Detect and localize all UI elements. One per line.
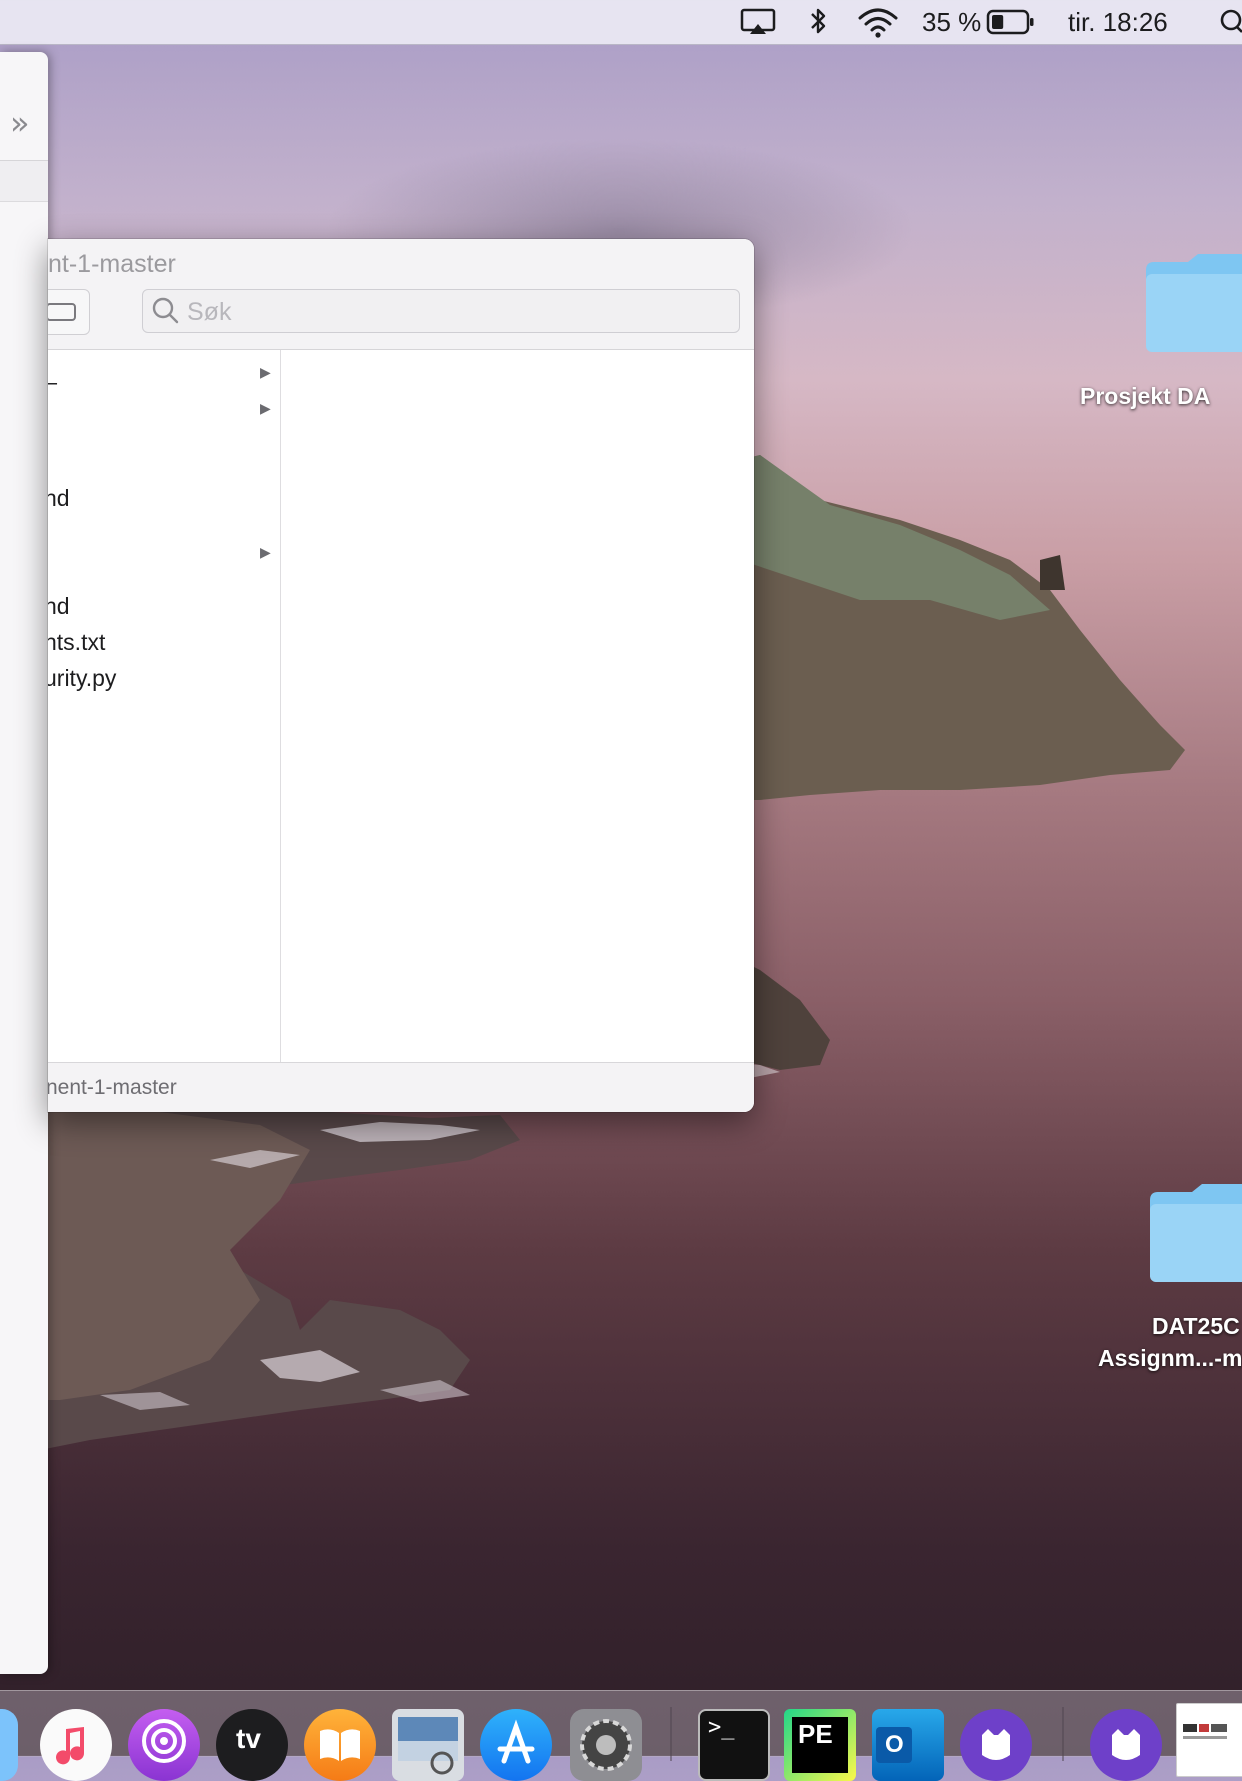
wifi-icon[interactable]: [856, 0, 900, 44]
search-icon: [152, 297, 179, 324]
preview-icon[interactable]: [392, 1709, 464, 1781]
search-input[interactable]: [185, 294, 729, 330]
disclosure-arrow-icon: ▶: [260, 544, 271, 560]
list-item[interactable]: nd: [48, 480, 280, 516]
view-toggle-button[interactable]: [48, 289, 90, 335]
apple-tv-icon[interactable]: tv: [216, 1709, 288, 1781]
pycharm-edu-icon[interactable]: PE: [784, 1709, 856, 1781]
folder-icon: [1150, 1184, 1242, 1282]
bluetooth-icon[interactable]: [806, 0, 830, 44]
chevron-double-right-icon: »: [10, 104, 30, 142]
folder-icon: [1146, 254, 1242, 352]
list-item-label: urity.py: [48, 665, 117, 691]
terminal-prompt: >_: [708, 1715, 735, 1740]
apple-tv-label: tv: [236, 1723, 261, 1754]
list-item[interactable]: nd: [48, 588, 280, 624]
pycharm-edu-inner: PE: [792, 1717, 848, 1773]
books-icon[interactable]: [304, 1709, 376, 1781]
desktop-folder-prosjekt[interactable]: Prosjekt DA: [1080, 252, 1242, 409]
pycharm-edu-label: PE: [798, 1719, 833, 1749]
outlook-icon[interactable]: O: [872, 1709, 944, 1781]
outlook-badge: O: [876, 1727, 912, 1763]
document-thumbnail-icon[interactable]: [1176, 1703, 1242, 1777]
github-desktop-icon[interactable]: [960, 1709, 1032, 1781]
list-item-label: nd: [48, 485, 70, 511]
finder-window: nt-1-master _ ▶ ▶ nd ▶: [48, 239, 754, 1112]
list-item[interactable]: _ ▶: [48, 354, 280, 390]
outlook-label: O: [885, 1731, 904, 1758]
disclosure-arrow-icon: ▶: [260, 364, 271, 380]
finder-toolbar: nt-1-master: [48, 239, 754, 350]
dock: tv >_ PE O: [0, 1690, 1242, 1781]
spotlight-icon[interactable]: [1218, 0, 1242, 44]
airplay-icon[interactable]: [738, 0, 778, 44]
finder-icon[interactable]: [0, 1709, 18, 1781]
list-item[interactable]: nts.txt: [48, 624, 280, 660]
search-field[interactable]: [142, 289, 740, 333]
app-store-icon[interactable]: [480, 1709, 552, 1781]
list-item[interactable]: ▶: [48, 390, 280, 426]
list-item-label: nts.txt: [48, 629, 106, 655]
battery-icon[interactable]: [986, 0, 1036, 44]
menubar-clock[interactable]: tir. 18:26: [1068, 0, 1168, 44]
window-title: nt-1-master: [48, 250, 176, 278]
list-item[interactable]: ▶: [48, 534, 280, 570]
window-section: [0, 161, 48, 202]
list-item-label: nd: [48, 593, 70, 619]
desktop-folder-label-line1: DAT25C: [1152, 1313, 1240, 1339]
path-bar-label[interactable]: nent-1-master: [48, 1063, 177, 1112]
list-item[interactable]: urity.py: [48, 660, 280, 696]
music-icon[interactable]: [40, 1709, 112, 1781]
system-preferences-icon[interactable]: [570, 1709, 642, 1781]
desktop-folder-label: Prosjekt DA: [1080, 383, 1211, 409]
podcasts-icon[interactable]: [128, 1709, 200, 1781]
column-view-right[interactable]: [281, 350, 754, 1062]
dock-separator: [1062, 1707, 1064, 1761]
list-item-label: _: [48, 354, 57, 390]
github-desktop-icon[interactable]: [1090, 1709, 1162, 1781]
desktop-folder-label-line2: Assignm...-m: [1098, 1345, 1242, 1371]
terminal-icon[interactable]: >_: [698, 1709, 770, 1781]
path-bar: nent-1-master: [48, 1062, 754, 1112]
battery-percent: 35 %: [922, 7, 982, 37]
menu-bar: 35 % tir. 18:26: [0, 0, 1242, 45]
sidebar-toggle-icon: [48, 303, 76, 321]
dock-separator: [670, 1707, 672, 1761]
disclosure-arrow-icon: ▶: [260, 400, 271, 416]
toolbar-overflow-button[interactable]: »: [8, 102, 44, 146]
desktop-folder-dat250[interactable]: DAT25C Assignm...-m: [1096, 1182, 1242, 1371]
background-window: »: [0, 52, 48, 1674]
column-view-left: _ ▶ ▶ nd ▶ nd nts.txt urity.py: [48, 350, 281, 1062]
